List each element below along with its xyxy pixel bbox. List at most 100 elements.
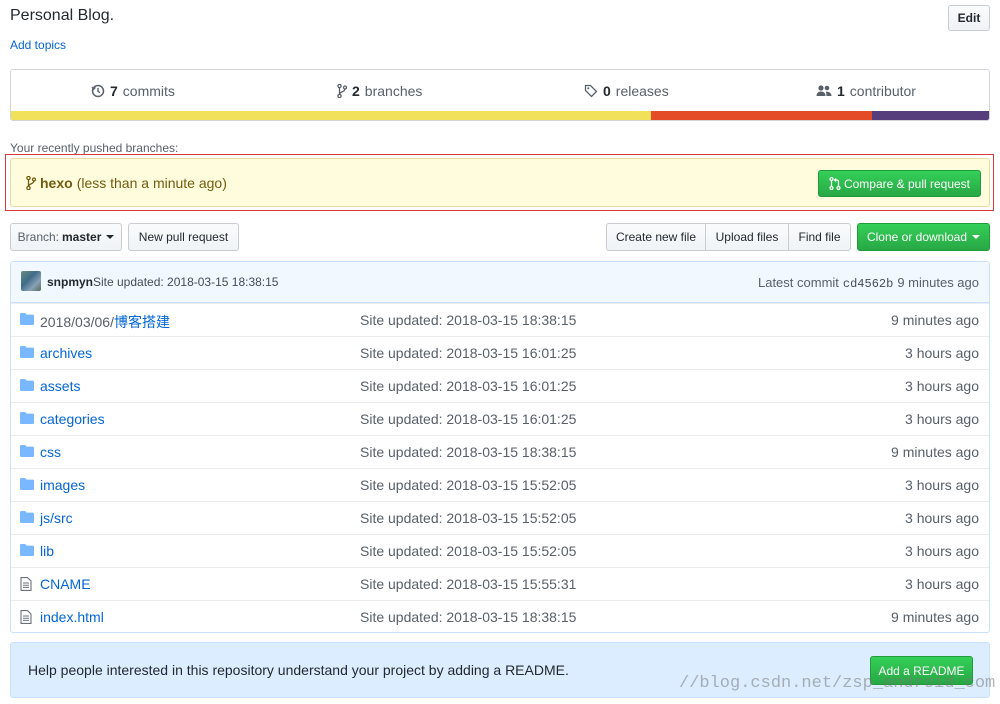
clone-or-download-label: Clone or download xyxy=(866,230,968,244)
file-name[interactable]: index.html xyxy=(40,609,104,625)
file-name[interactable]: images xyxy=(40,477,85,493)
file-name[interactable]: archives xyxy=(40,345,92,361)
file-name-text[interactable]: index.html xyxy=(40,609,104,625)
compare-pull-request-button[interactable]: Compare & pull request xyxy=(818,170,981,197)
file-row: css Site updated: 2018-03-15 18:38:15 9 mi… xyxy=(11,435,989,468)
file-name-text[interactable]: js/src xyxy=(40,510,73,526)
file-name[interactable]: CNAME xyxy=(40,576,91,592)
file-name-text[interactable]: categories xyxy=(40,411,105,427)
file-name-text[interactable]: CNAME xyxy=(40,576,91,592)
file-name-text[interactable]: assets xyxy=(40,378,80,394)
releases-count: 0 xyxy=(603,82,611,99)
branches-link[interactable]: 2 branches xyxy=(337,70,422,111)
file-row: index.html Site updated: 2018-03-15 18:38… xyxy=(11,600,989,632)
file-name[interactable]: categories xyxy=(40,411,105,427)
commit-author[interactable]: snpmyn xyxy=(47,275,93,289)
tag-icon xyxy=(584,84,598,98)
file-commit-message[interactable]: Site updated: 2018-03-15 15:52:05 xyxy=(360,543,576,559)
file-age: 3 hours ago xyxy=(905,543,979,559)
git-pull-request-icon xyxy=(829,177,841,190)
file-name[interactable]: 2018/03/06/博客搭建 xyxy=(40,312,170,332)
file-name-text[interactable]: 博客搭建 xyxy=(114,314,170,330)
repo-description: Personal Blog. xyxy=(10,7,115,24)
add-topics-link[interactable]: Add topics xyxy=(10,38,66,52)
file-commit-message[interactable]: Site updated: 2018-03-15 15:52:05 xyxy=(360,477,576,493)
language-bar-segment[interactable] xyxy=(650,111,872,120)
file-name[interactable]: assets xyxy=(40,378,80,394)
folder-icon xyxy=(20,412,34,424)
file-name-path-prefix[interactable]: 2018/03/06/ xyxy=(40,314,114,330)
file-name[interactable]: css xyxy=(40,444,61,460)
file-row: js/src Site updated: 2018-03-15 15:52:05 3… xyxy=(11,501,989,534)
file-row: archives Site updated: 2018-03-15 16:01:2… xyxy=(11,336,989,369)
contributors-label: contributor xyxy=(849,82,916,99)
caret-down-icon xyxy=(106,235,115,239)
branch-select-value: master xyxy=(62,230,102,244)
recent-branch-name[interactable]: hexo xyxy=(40,175,73,191)
file-age: 3 hours ago xyxy=(905,576,979,592)
file-commit-message[interactable]: Site updated: 2018-03-15 18:38:15 xyxy=(360,609,576,625)
create-new-file-button[interactable]: Create new file xyxy=(606,223,706,251)
contributors-link[interactable]: 1 contributor xyxy=(816,70,916,111)
compare-pull-request-label: Compare & pull request xyxy=(843,176,971,191)
recent-branches-label: Your recently pushed branches: xyxy=(10,141,179,155)
caret-down-icon xyxy=(972,235,981,239)
people-icon xyxy=(816,84,832,98)
file-name-text[interactable]: lib xyxy=(40,543,54,559)
file-row: 2018/03/06/博客搭建 Site updated: 2018-03-15 … xyxy=(11,303,989,336)
commit-message[interactable]: Site updated: 2018-03-15 18:38:15 xyxy=(93,275,278,289)
file-age: 9 minutes ago xyxy=(891,609,979,625)
file-commit-message[interactable]: Site updated: 2018-03-15 16:01:25 xyxy=(360,345,576,361)
folder-icon xyxy=(20,379,34,391)
git-branch-icon xyxy=(337,83,347,98)
numbers-summary: 7 commits 2 branches 0 releases 1 contri… xyxy=(10,69,990,121)
commits-label: commits xyxy=(122,82,175,99)
commit-sha[interactable]: cd4562b xyxy=(843,277,893,291)
releases-label: releases xyxy=(615,82,669,99)
file-commit-message[interactable]: Site updated: 2018-03-15 15:55:31 xyxy=(360,576,576,592)
file-row: CNAME Site updated: 2018-03-15 15:55:31 3 … xyxy=(11,567,989,600)
readme-prompt-text: Help people interested in this repositor… xyxy=(28,662,569,678)
folder-icon xyxy=(20,478,34,490)
contributors-count: 1 xyxy=(837,82,845,99)
latest-commit-prefix: Latest commit xyxy=(757,275,839,290)
avatar[interactable] xyxy=(21,271,41,291)
folder-icon xyxy=(20,313,34,325)
branches-count: 2 xyxy=(352,82,360,99)
clone-or-download-button[interactable]: Clone or download xyxy=(857,223,990,251)
file-age: 3 hours ago xyxy=(905,378,979,394)
commit-age: 9 minutes ago xyxy=(897,275,979,290)
file-name[interactable]: lib xyxy=(40,543,54,559)
commits-count: 7 xyxy=(110,82,118,99)
history-icon xyxy=(91,84,105,98)
file-icon xyxy=(20,577,32,591)
file-commit-message[interactable]: Site updated: 2018-03-15 18:38:15 xyxy=(360,444,576,460)
file-commit-message[interactable]: Site updated: 2018-03-15 18:38:15 xyxy=(360,312,576,328)
language-bar-segment[interactable] xyxy=(871,111,989,120)
folder-icon xyxy=(20,346,34,358)
file-name-text[interactable]: css xyxy=(40,444,61,460)
file-age: 9 minutes ago xyxy=(891,312,979,328)
file-name[interactable]: js/src xyxy=(40,510,73,526)
commits-link[interactable]: 7 commits xyxy=(91,70,175,111)
edit-description-button[interactable]: Edit xyxy=(948,5,990,31)
file-commit-message[interactable]: Site updated: 2018-03-15 15:52:05 xyxy=(360,510,576,526)
git-branch-icon xyxy=(26,175,36,190)
file-commit-message[interactable]: Site updated: 2018-03-15 16:01:25 xyxy=(360,411,576,427)
releases-link[interactable]: 0 releases xyxy=(584,70,669,111)
file-commit-message[interactable]: Site updated: 2018-03-15 16:01:25 xyxy=(360,378,576,394)
recent-branch-time: (less than a minute ago) xyxy=(76,174,227,191)
file-row: lib Site updated: 2018-03-15 15:52:05 3 ho… xyxy=(11,534,989,567)
language-bar[interactable] xyxy=(11,111,989,120)
file-name-text[interactable]: archives xyxy=(40,345,92,361)
file-age: 9 minutes ago xyxy=(891,444,979,460)
new-pull-request-button[interactable]: New pull request xyxy=(128,223,239,251)
file-age: 3 hours ago xyxy=(905,477,979,493)
upload-files-button[interactable]: Upload files xyxy=(705,223,789,251)
branch-select-button[interactable]: Branch: master xyxy=(10,223,122,251)
latest-commit-meta: Latest commit cd4562b 9 minutes ago xyxy=(758,275,979,291)
file-row: images Site updated: 2018-03-15 15:52:05 3… xyxy=(11,468,989,501)
find-file-button[interactable]: Find file xyxy=(788,223,851,251)
file-name-text[interactable]: images xyxy=(40,477,85,493)
language-bar-segment[interactable] xyxy=(11,111,651,120)
